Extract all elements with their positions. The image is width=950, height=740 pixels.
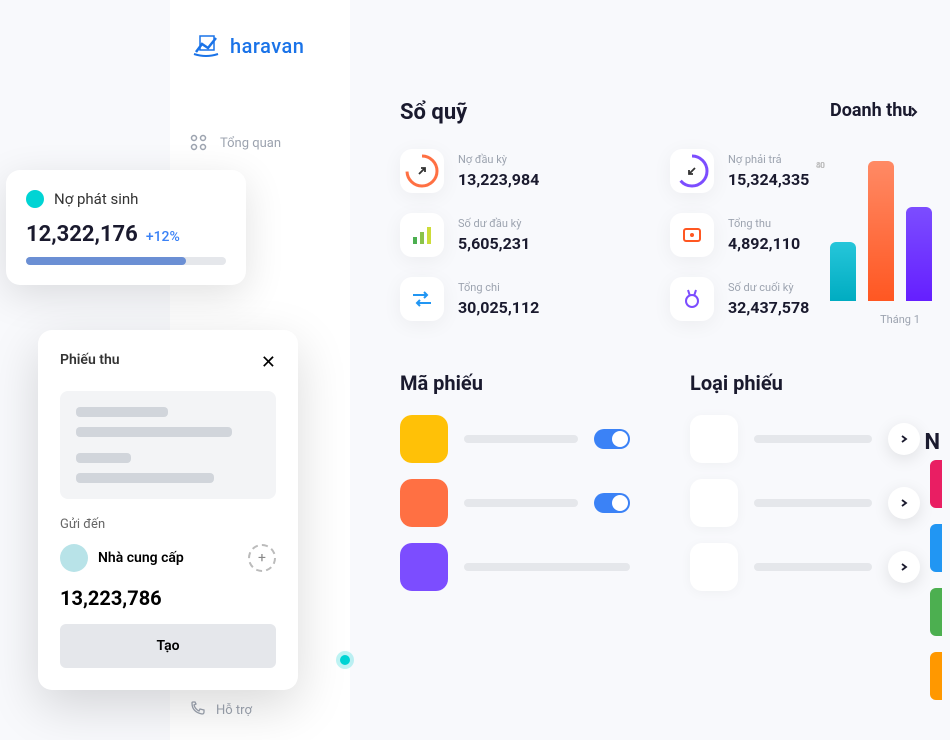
type-row[interactable] [690, 415, 920, 463]
code-row[interactable] [400, 543, 630, 591]
stat-value: 4,892,110 [728, 234, 800, 253]
nav-overview[interactable]: Tổng quan [190, 122, 330, 164]
debt-change: +12% [146, 229, 180, 245]
stat-label: Tổng chi [458, 281, 539, 294]
support-label: Hỗ trợ [216, 703, 252, 718]
stat-value: 5,605,231 [458, 234, 530, 253]
chart-bar [830, 242, 856, 301]
stat-opening-balance: Số dư đầu kỳ 5,605,231 [400, 213, 650, 257]
stat-value: 32,437,578 [728, 298, 809, 317]
chart-bar [906, 207, 932, 301]
chart-bar [868, 161, 894, 301]
fund-title: Sổ quỹ [400, 100, 467, 125]
brand-name: haravan [230, 34, 304, 58]
debt-value: 12,322,176 [26, 222, 138, 247]
receipt-title: Phiếu thu [60, 352, 120, 373]
receipt-placeholder [60, 391, 276, 499]
supplier-avatar [60, 544, 88, 572]
codes-title: Mã phiếu [400, 371, 630, 395]
chevron-right-icon[interactable] [888, 423, 920, 455]
transfer-icon [400, 277, 444, 321]
type-box [690, 479, 738, 527]
type-box [690, 543, 738, 591]
stat-value: 13,223,984 [458, 170, 539, 189]
text-placeholder [754, 435, 872, 443]
color-swatch [400, 415, 448, 463]
type-row[interactable] [690, 543, 920, 591]
stat-label: Nợ phải trả [728, 153, 809, 166]
supplier-name: Nhà cung cấp [98, 550, 238, 566]
stat-label: Tổng thu [728, 217, 800, 230]
types-title: Loại phiếu [690, 371, 920, 395]
strip-item [930, 588, 942, 636]
debt-title: Nợ phát sinh [54, 190, 138, 208]
medal-icon [670, 277, 714, 321]
stat-label: Nợ đầu kỳ [458, 153, 539, 166]
stat-total-expense: Tổng chi 30,025,112 [400, 277, 650, 321]
nav-support[interactable]: Hỗ trợ [190, 700, 252, 720]
color-swatch [400, 543, 448, 591]
phone-icon [190, 700, 206, 720]
color-swatch [400, 479, 448, 527]
revenue-title: Doanh thu [830, 100, 950, 121]
chevron-right-icon[interactable] [888, 487, 920, 519]
status-dot-icon [26, 190, 44, 208]
stat-label: Số dư đầu kỳ [458, 217, 530, 230]
logo[interactable]: haravan [190, 30, 330, 62]
arrow-up-right-icon [400, 149, 444, 193]
partial-heading: N [924, 430, 940, 455]
receipt-amount: 13,223,786 [60, 586, 276, 610]
stat-value: 15,324,335 [728, 170, 809, 189]
strip-item [930, 460, 942, 508]
text-placeholder [464, 563, 630, 571]
strip-item [930, 652, 942, 700]
create-button[interactable]: Tạo [60, 624, 276, 668]
chart-xlabel: Tháng 1 [830, 313, 950, 326]
nav-label: Tổng quan [220, 136, 281, 151]
add-button[interactable]: + [248, 544, 276, 572]
grid-icon [190, 134, 208, 152]
revenue-section: Doanh thu 80 40 0 Tháng 1 [830, 100, 950, 326]
close-icon[interactable]: ✕ [261, 352, 276, 373]
stat-label: Số dư cuối kỳ [728, 281, 809, 294]
stat-opening-debt: Nợ đầu kỳ 13,223,984 [400, 149, 650, 193]
type-row[interactable] [690, 479, 920, 527]
text-placeholder [464, 435, 578, 443]
code-row[interactable] [400, 415, 630, 463]
bar-chart-icon [400, 213, 444, 257]
ticket-icon [670, 213, 714, 257]
progress-bar [26, 257, 226, 265]
strip-item [930, 524, 942, 572]
text-placeholder [754, 563, 872, 571]
text-placeholder [464, 499, 578, 507]
code-row[interactable] [400, 479, 630, 527]
send-to-label: Gửi đến [60, 517, 276, 532]
arrow-down-left-icon [670, 149, 714, 193]
color-strip [930, 460, 950, 716]
debt-widget: Nợ phát sinh 12,322,176 +12% [6, 170, 246, 285]
toggle-switch[interactable] [594, 429, 630, 449]
chevron-right-icon[interactable] [888, 551, 920, 583]
type-box [690, 415, 738, 463]
stat-value: 30,025,112 [458, 298, 539, 317]
text-placeholder [754, 499, 872, 507]
receipt-widget: Phiếu thu ✕ Gửi đến Nhà cung cấp + 13,22… [38, 330, 298, 690]
toggle-switch[interactable] [594, 493, 630, 513]
logo-icon [190, 30, 222, 62]
indicator-dot-icon [340, 655, 350, 665]
revenue-chart [830, 161, 950, 301]
